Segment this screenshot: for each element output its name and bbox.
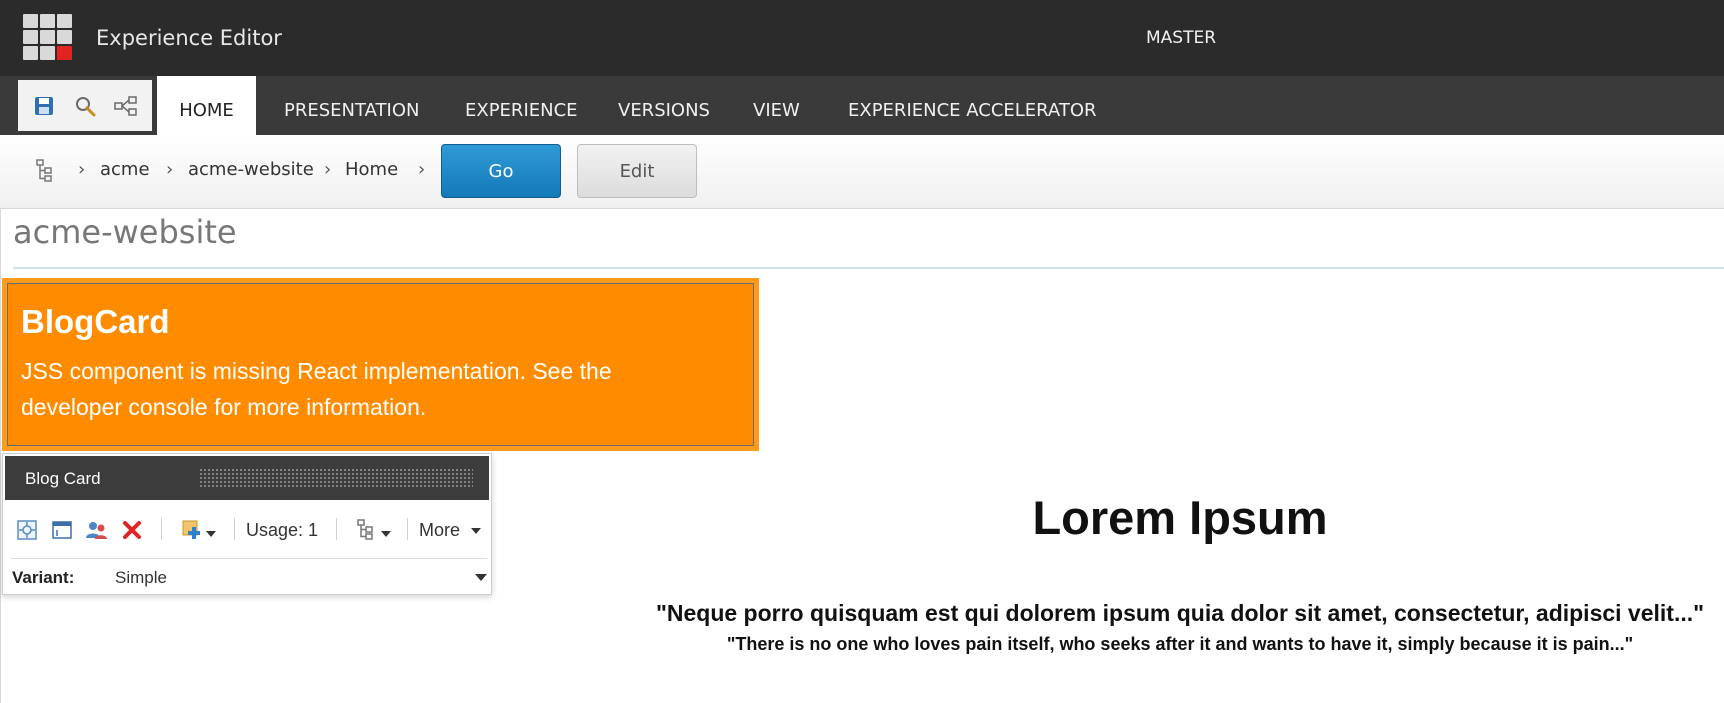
breadcrumb-item-acme-website[interactable]: acme-website [188, 159, 314, 180]
content-quote-main: "Neque porro quisquam est qui dolorem ip… [655, 600, 1705, 626]
title-divider [13, 267, 1724, 269]
chevron-down-icon [471, 528, 482, 535]
blogcard-title: BlogCard [21, 303, 170, 340]
database-name: MASTER [1146, 28, 1217, 48]
personalize-icon[interactable] [82, 515, 112, 545]
tree-navigation-icon[interactable] [351, 515, 397, 545]
tab-versions[interactable]: VERSIONS [618, 76, 710, 135]
toolbar-separator [234, 518, 235, 540]
ribbon: HOME PRESENTATION EXPERIENCE VERSIONS VI… [0, 76, 1724, 135]
add-component-icon[interactable] [175, 515, 221, 545]
edit-button[interactable]: Edit [577, 144, 697, 198]
chevron-right-icon: › [166, 159, 174, 180]
share-icon[interactable] [111, 91, 141, 121]
toolbar-separator [161, 518, 162, 540]
blogcard-message: JSS component is missing React implement… [21, 358, 612, 420]
drag-handle[interactable] [199, 468, 473, 488]
page-title[interactable]: acme-website [13, 213, 237, 251]
quick-actions [18, 80, 152, 131]
chevron-right-icon: › [418, 159, 426, 180]
rendering-tools: Usage: 1 More [3, 506, 491, 554]
toolbar-divider [11, 558, 487, 559]
tab-experience-accelerator[interactable]: EXPERIENCE ACCELERATOR [848, 76, 1097, 135]
content-heading: Lorem Ipsum [1032, 491, 1328, 544]
chevron-right-icon: › [324, 159, 332, 180]
rendering-name: Blog Card [25, 469, 101, 488]
rendering-toolbar-header[interactable]: Blog Card [5, 456, 489, 500]
rendering-toolbar: Blog Card Usage: 1 More Variant: Simple [2, 453, 492, 595]
edit-datasource-icon[interactable] [47, 515, 77, 545]
select-parent-icon[interactable] [12, 515, 42, 545]
breadcrumb: › acme › acme-website › Home › Go Edit [0, 135, 1724, 209]
blogcard-component[interactable]: BlogCard JSS component is missing React … [2, 278, 759, 451]
top-bar: Experience Editor MASTER [0, 0, 1724, 76]
more-menu[interactable]: More [419, 520, 482, 541]
go-button[interactable]: Go [441, 144, 561, 198]
page-border [0, 209, 1, 703]
toolbar-separator [407, 518, 408, 540]
app-launcher-icon[interactable] [23, 14, 73, 62]
toolbar-separator [336, 518, 337, 540]
app-title: Experience Editor [96, 26, 282, 50]
search-icon[interactable] [70, 91, 100, 121]
delete-icon[interactable] [117, 515, 147, 545]
save-icon[interactable] [29, 91, 59, 121]
variant-select[interactable]: Simple [115, 568, 167, 588]
variant-label: Variant: [12, 568, 75, 587]
content-quote-sub: "There is no one who loves pain itself, … [726, 634, 1634, 654]
chevron-down-icon[interactable] [475, 574, 487, 581]
tab-view[interactable]: VIEW [753, 76, 800, 135]
usage-count[interactable]: Usage: 1 [246, 520, 318, 541]
tab-presentation[interactable]: PRESENTATION [284, 76, 419, 135]
chevron-right-icon: › [78, 159, 86, 180]
breadcrumb-item-home[interactable]: Home [345, 159, 398, 180]
more-label: More [419, 520, 461, 540]
breadcrumb-item-acme[interactable]: acme [100, 159, 150, 180]
content-tree-icon[interactable] [36, 159, 54, 187]
tab-home[interactable]: HOME [157, 76, 256, 135]
tab-experience[interactable]: EXPERIENCE [465, 76, 578, 135]
